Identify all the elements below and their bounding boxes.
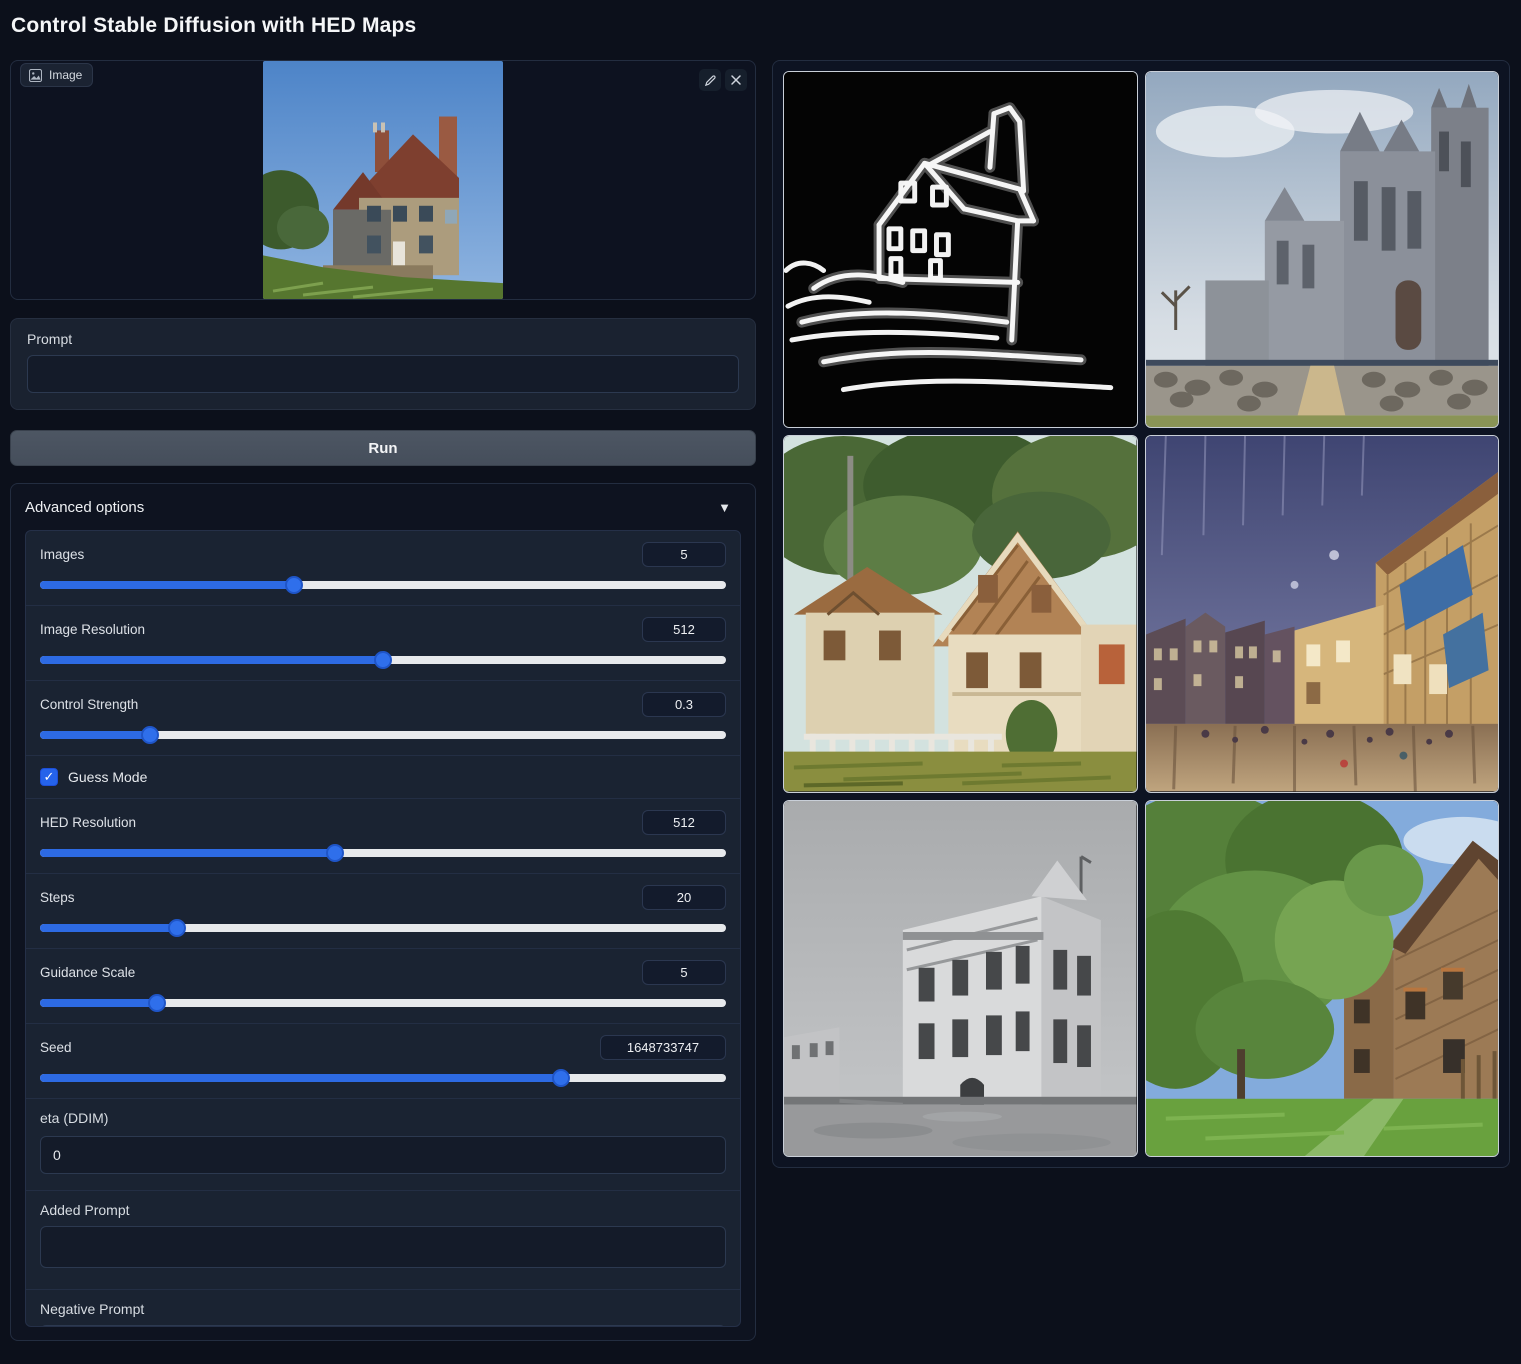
gallery-image-cathedral — [1146, 72, 1499, 427]
image-upload-component[interactable]: Image — [10, 60, 756, 300]
slider-row-images: Images 5 — [26, 531, 740, 606]
slider-label: Control Strength — [40, 697, 138, 712]
slider-label: Steps — [40, 890, 75, 905]
control-strength-slider[interactable] — [40, 731, 726, 739]
close-icon — [730, 74, 742, 86]
seed-slider[interactable] — [40, 1074, 726, 1082]
steps-slider[interactable] — [40, 924, 726, 932]
result-gallery — [772, 60, 1510, 1168]
guess-mode-checkbox-row[interactable]: ✓ Guess Mode — [26, 756, 740, 799]
image-icon — [29, 69, 42, 82]
slider-handle[interactable] — [326, 844, 344, 862]
advanced-options-form: Images 5 Image Resolution 512 — [25, 530, 741, 1327]
slider-handle[interactable] — [168, 919, 186, 937]
negative-prompt-input[interactable] — [40, 1325, 726, 1327]
input-image-preview — [263, 61, 503, 299]
guidance-scale-value-input[interactable]: 5 — [642, 960, 726, 985]
advanced-options-accordion: Advanced options ▼ Images 5 Image Resolu… — [10, 483, 756, 1341]
slider-handle[interactable] — [141, 726, 159, 744]
negative-prompt-label: Negative Prompt — [40, 1301, 726, 1317]
control-strength-value-input[interactable]: 0.3 — [642, 692, 726, 717]
slider-label: Guidance Scale — [40, 965, 135, 980]
added-prompt-input[interactable] — [40, 1226, 726, 1268]
pencil-icon — [704, 74, 717, 87]
eta-label: eta (DDIM) — [40, 1110, 726, 1126]
image-label-badge: Image — [20, 63, 93, 87]
slider-handle[interactable] — [285, 576, 303, 594]
image-resolution-value-input[interactable]: 512 — [642, 617, 726, 642]
slider-row-control-strength: Control Strength 0.3 — [26, 681, 740, 756]
page-title: Control Stable Diffusion with HED Maps — [11, 14, 416, 38]
chevron-down-icon: ▼ — [718, 500, 731, 515]
advanced-options-header[interactable]: Advanced options ▼ — [11, 484, 755, 530]
guess-mode-label: Guess Mode — [68, 769, 147, 785]
run-button[interactable]: Run — [10, 430, 756, 466]
check-icon: ✓ — [44, 769, 55, 785]
input-image-photo — [263, 61, 503, 299]
image-label: Image — [49, 68, 82, 82]
slider-row-image-resolution: Image Resolution 512 — [26, 606, 740, 681]
slider-label: Seed — [40, 1040, 72, 1055]
slider-handle[interactable] — [552, 1069, 570, 1087]
images-slider[interactable] — [40, 581, 726, 589]
gallery-image-hed-map — [784, 72, 1137, 427]
added-prompt-row: Added Prompt — [26, 1191, 740, 1290]
seed-value-input[interactable]: 1648733747 — [600, 1035, 726, 1060]
gallery-item-grayscale-building[interactable] — [783, 800, 1138, 1157]
clear-image-button[interactable] — [725, 69, 747, 91]
gallery-image-impressionist-town — [1146, 436, 1499, 791]
gallery-item-hed-map[interactable] — [783, 71, 1138, 428]
prompt-block: Prompt — [10, 318, 756, 410]
slider-handle[interactable] — [148, 994, 166, 1012]
gallery-image-house-lawn — [1146, 801, 1499, 1156]
slider-label: Image Resolution — [40, 622, 145, 637]
images-value-input[interactable]: 5 — [642, 542, 726, 567]
prompt-label: Prompt — [27, 331, 739, 347]
slider-label: HED Resolution — [40, 815, 136, 830]
gallery-image-grayscale-building — [784, 801, 1137, 1156]
gallery-item-cathedral[interactable] — [1145, 71, 1500, 428]
hed-resolution-slider[interactable] — [40, 849, 726, 857]
slider-row-hed-resolution: HED Resolution 512 — [26, 799, 740, 874]
gallery-item-painted-cottage[interactable] — [783, 435, 1138, 792]
slider-handle[interactable] — [374, 651, 392, 669]
gallery-image-painted-cottage — [784, 436, 1137, 791]
slider-label: Images — [40, 547, 84, 562]
gallery-item-impressionist-town[interactable] — [1145, 435, 1500, 792]
added-prompt-label: Added Prompt — [40, 1202, 726, 1218]
eta-row: eta (DDIM) 0 — [26, 1099, 740, 1191]
image-resolution-slider[interactable] — [40, 656, 726, 664]
advanced-options-title: Advanced options — [25, 499, 144, 516]
edit-image-button[interactable] — [699, 69, 721, 91]
guess-mode-checkbox[interactable]: ✓ — [40, 768, 58, 786]
guidance-scale-slider[interactable] — [40, 999, 726, 1007]
negative-prompt-row: Negative Prompt — [26, 1290, 740, 1327]
app-root: Control Stable Diffusion with HED Maps I… — [0, 0, 1521, 1364]
gallery-item-house-lawn[interactable] — [1145, 800, 1500, 1157]
prompt-input[interactable] — [27, 355, 739, 393]
steps-value-input[interactable]: 20 — [642, 885, 726, 910]
slider-row-guidance-scale: Guidance Scale 5 — [26, 949, 740, 1024]
eta-input[interactable]: 0 — [40, 1136, 726, 1174]
slider-row-seed: Seed 1648733747 — [26, 1024, 740, 1099]
slider-row-steps: Steps 20 — [26, 874, 740, 949]
hed-resolution-value-input[interactable]: 512 — [642, 810, 726, 835]
